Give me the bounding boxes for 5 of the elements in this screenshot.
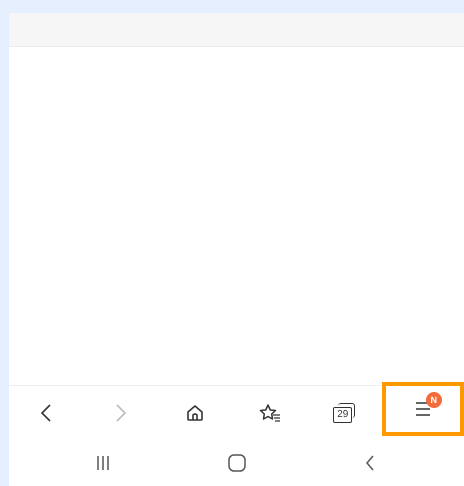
tabs-button[interactable]: 29	[307, 386, 382, 440]
back-icon	[365, 455, 376, 471]
notification-badge: N	[426, 392, 442, 408]
recents-icon	[94, 455, 111, 471]
home-icon	[228, 454, 246, 472]
